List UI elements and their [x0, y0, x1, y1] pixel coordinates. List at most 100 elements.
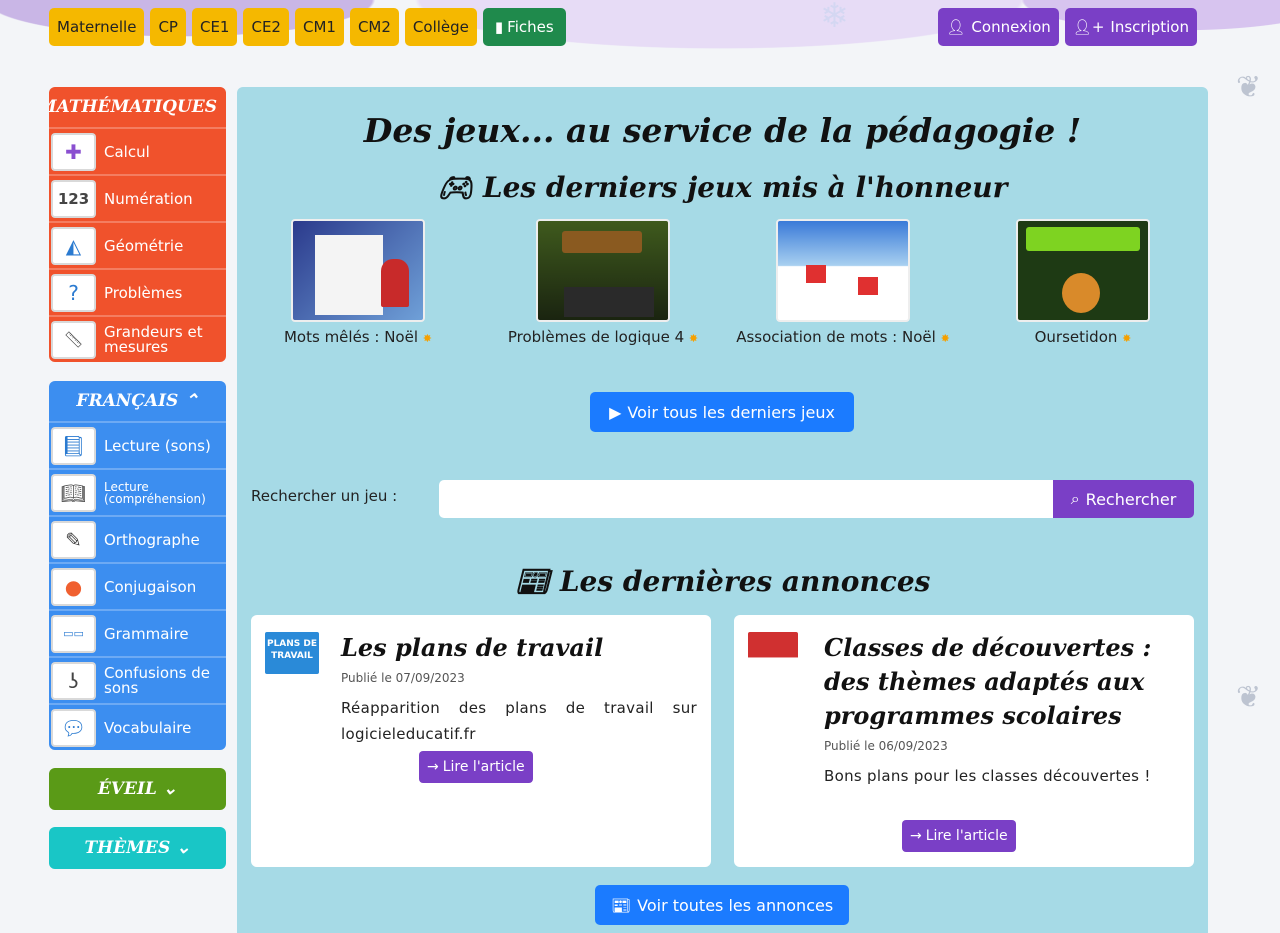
math-title: MATHÉMATIQUES [49, 97, 218, 117]
newspaper-icon: 📰︎ [514, 565, 551, 598]
game-thumbnail [1016, 219, 1150, 322]
document-icon: ▮ [494, 18, 504, 36]
auth-nav: 👤︎ Connexion 👤︎+ Inscription [938, 8, 1197, 46]
sidebar-item-lecture-sons[interactable]: 📘︎ Lecture (sons) [49, 421, 226, 468]
game-card[interactable]: Oursetidon ✸ [973, 219, 1193, 352]
sidebar-item-label: Numération [104, 189, 193, 208]
game-card[interactable]: Mots mêlés : Noël ✸ [248, 219, 468, 352]
conjugation-icon: ● [51, 567, 96, 606]
level-maternelle[interactable]: Maternelle [49, 8, 145, 46]
star-icon: ✸ [422, 332, 433, 345]
level-cm2[interactable]: CM2 [349, 8, 399, 46]
sidebar-item-label: Lecture (compréhension) [104, 479, 206, 506]
signup-button[interactable]: 👤︎+ Inscription [1064, 8, 1197, 46]
signup-label: Inscription [1110, 18, 1189, 36]
book-icon: 📘︎ [51, 426, 96, 465]
math-header[interactable]: MATHÉMATIQUES ⌃ [49, 87, 226, 127]
search-icon: ⌕ [1070, 489, 1080, 508]
arrow-right-icon: → [427, 759, 439, 775]
grammar-icon: ▭▭ [51, 614, 96, 653]
search-input[interactable] [439, 480, 1054, 518]
sidebar-item-label: Géométrie [104, 236, 184, 255]
sidebar-item-orthographe[interactable]: ✎ Orthographe [49, 515, 226, 562]
fiches-button[interactable]: ▮ Fiches [482, 8, 566, 46]
level-ce2[interactable]: CE2 [243, 8, 289, 46]
game-thumbnail [776, 219, 910, 322]
sidebar-item-label: Calcul [104, 142, 150, 161]
game-card[interactable]: Association de mots : Noël ✸ [733, 219, 953, 352]
news-thumbnail [748, 632, 798, 688]
chevron-down-icon: ⌄ [162, 779, 178, 799]
read-article-button[interactable]: → Lire l'article [419, 751, 533, 783]
read-article-label: Lire l'article [442, 759, 525, 775]
ear-icon: ʖ [51, 661, 96, 700]
news-card: PLANS DE TRAVAIL Les plans de travail Pu… [251, 615, 711, 867]
game-label: Problèmes de logique 4 [507, 328, 685, 346]
news-card: Classes de découvertes : des thèmes adap… [734, 615, 1194, 867]
game-card[interactable]: Problèmes de logique 4 ✸ [493, 219, 713, 352]
sidebar-item-grammaire[interactable]: ▭▭ Grammaire [49, 609, 226, 656]
sidebar-item-label: Grammaire [104, 624, 189, 643]
level-ce1[interactable]: CE1 [191, 8, 238, 46]
level-college[interactable]: Collège [404, 8, 477, 46]
search-button-label: Rechercher [1085, 489, 1177, 509]
news-title[interactable]: Classes de découvertes : des thèmes adap… [824, 631, 1180, 733]
sidebar-item-label: Grandeurs et mesures [104, 322, 203, 356]
leaf-decoration-icon: ❦ [1236, 70, 1262, 105]
chevron-up-icon: ⌃ [184, 391, 199, 411]
read-article-button[interactable]: → Lire l'article [902, 820, 1016, 852]
news-thumbnail: PLANS DE TRAVAIL [265, 632, 319, 674]
news-date: Publié le 06/09/2023 [824, 739, 948, 753]
all-games-button[interactable]: ▶ Voir tous les derniers jeux [590, 392, 854, 432]
sidebar-item-geometrie[interactable]: ◭ Géométrie [49, 221, 226, 268]
news-thumbnail-text: PLANS DE TRAVAIL [266, 639, 318, 661]
chevron-down-icon: ⌄ [176, 838, 191, 858]
page-title: Des jeux... au service de la pédagogie ! [363, 111, 1082, 150]
game-label: Oursetidon [1034, 328, 1118, 346]
sidebar-item-numeration[interactable]: 123 Numération [49, 174, 226, 221]
news-text: Réapparition des plans de travail sur lo… [341, 699, 697, 743]
sidebar-item-problemes[interactable]: ? Problèmes [49, 268, 226, 315]
sidebar-item-grandeurs[interactable]: 📏︎ Grandeurs et mesures [49, 315, 226, 362]
sidebar-item-confusions[interactable]: ʖ Confusions de sons [49, 656, 226, 703]
level-cp[interactable]: CP [150, 8, 186, 46]
sidebar-item-conjugaison[interactable]: ● Conjugaison [49, 562, 226, 609]
plus-icon: ✚ [51, 132, 96, 171]
francais-section: FRANÇAIS ⌃ 📘︎ Lecture (sons) 📖︎ Lecture … [49, 381, 226, 750]
user-icon: 👤︎ [946, 18, 966, 36]
play-icon: ▶ [609, 402, 622, 422]
leaf-decoration-icon: ❦ [1236, 680, 1262, 715]
all-news-button[interactable]: 📰︎ Voir toutes les annonces [595, 885, 849, 925]
main-panel: Des jeux... au service de la pédagogie !… [237, 87, 1208, 933]
sidebar-item-calcul[interactable]: ✚ Calcul [49, 127, 226, 174]
francais-header[interactable]: FRANÇAIS ⌃ [49, 381, 226, 421]
arrow-right-icon: → [910, 828, 922, 844]
sidebar-item-lecture-comprehension[interactable]: 📖︎ Lecture (compréhension) [49, 468, 226, 515]
sidebar-item-label: Confusions de sons [104, 663, 210, 697]
game-thumbnail [536, 219, 670, 322]
login-label: Connexion [971, 18, 1051, 36]
search-button[interactable]: ⌕ Rechercher [1053, 480, 1194, 518]
star-icon: ✸ [940, 332, 950, 345]
eveil-section-toggle[interactable]: ÉVEIL ⌄ [49, 768, 226, 810]
news-heading: 📰︎ Les dernières annonces [237, 565, 1208, 598]
speech-bubble-icon: 💬︎ [51, 708, 96, 747]
news-text: Bons plans pour les classes découvertes … [824, 767, 1151, 785]
question-icon: ? [51, 273, 96, 312]
math-section: MATHÉMATIQUES ⌃ ✚ Calcul 123 Numération … [49, 87, 226, 362]
games-heading: 🎮︎ Les derniers jeux mis à l'honneur [237, 171, 1208, 204]
news-date: Publié le 07/09/2023 [341, 671, 465, 685]
game-thumbnail [291, 219, 425, 322]
level-cm1[interactable]: CM1 [294, 8, 344, 46]
login-button[interactable]: 👤︎ Connexion [938, 8, 1059, 46]
themes-section-toggle[interactable]: THÈMES ⌄ [49, 827, 226, 869]
news-title[interactable]: Les plans de travail [341, 631, 697, 665]
sidebar-item-vocabulaire[interactable]: 💬︎ Vocabulaire [49, 703, 226, 750]
level-nav: Maternelle CP CE1 CE2 CM1 CM2 Collège ▮ … [49, 8, 566, 46]
numbers-icon: 123 [51, 179, 96, 218]
all-news-label: Voir toutes les annonces [637, 895, 834, 915]
shapes-icon: ◭ [51, 226, 96, 265]
all-games-label: Voir tous les derniers jeux [627, 402, 835, 422]
read-article-label: Lire l'article [925, 828, 1008, 844]
pencil-icon: ✎ [51, 520, 96, 559]
